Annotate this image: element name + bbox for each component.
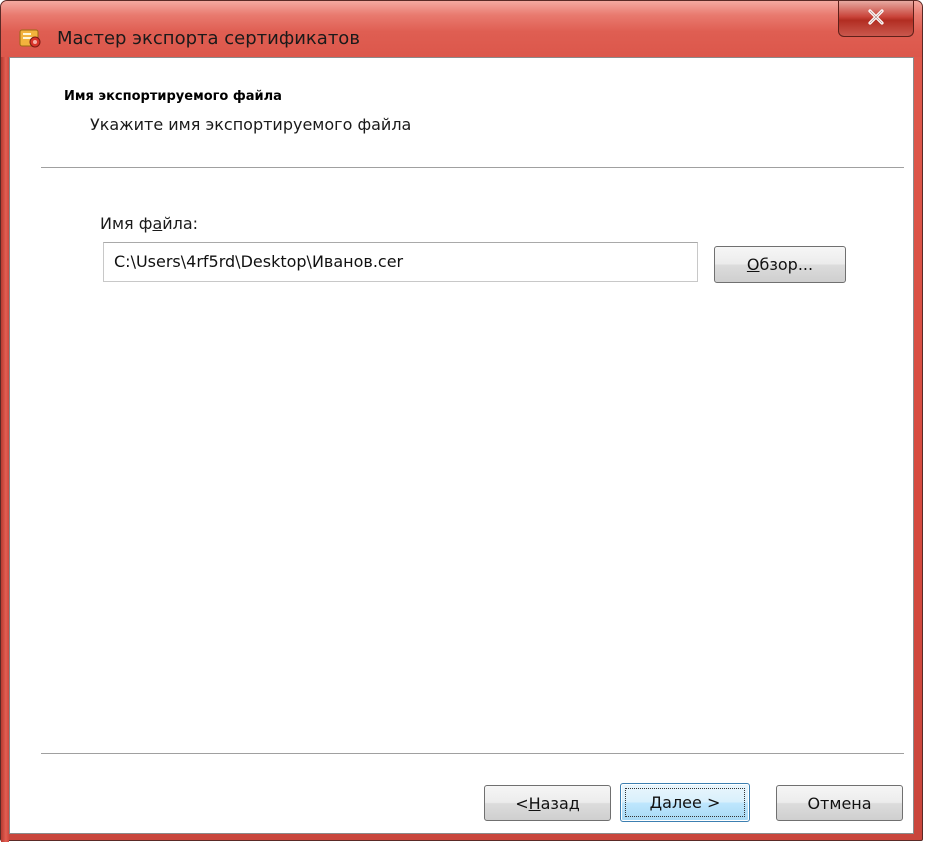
certificate-wizard-icon [19,27,43,49]
close-icon [867,8,885,29]
page-title: Имя экспортируемого файла [64,89,282,104]
next-button[interactable]: Далее > [620,783,750,822]
close-button[interactable] [838,1,914,37]
file-name-label: Имя файла: [100,214,199,233]
file-name-input[interactable]: C:\Users\4rf5rd\Desktop\Иванов.cer [103,242,698,282]
header-divider [41,167,904,169]
window-frame-edge [1,57,9,842]
page-subtitle: Укажите имя экспортируемого файла [90,115,412,134]
wizard-window: Мастер экспорта сертификатов Имя экспорт… [0,0,923,842]
cancel-button[interactable]: Отмена [776,785,903,821]
wizard-content: Имя экспортируемого файла Укажите имя эк… [9,57,914,834]
window-title: Мастер экспорта сертификатов [57,28,360,49]
back-button[interactable]: < Назад [484,785,611,821]
title-bar[interactable]: Мастер экспорта сертификатов [1,1,922,57]
browse-button[interactable]: Обзор... [714,246,846,283]
footer-divider [41,753,904,755]
